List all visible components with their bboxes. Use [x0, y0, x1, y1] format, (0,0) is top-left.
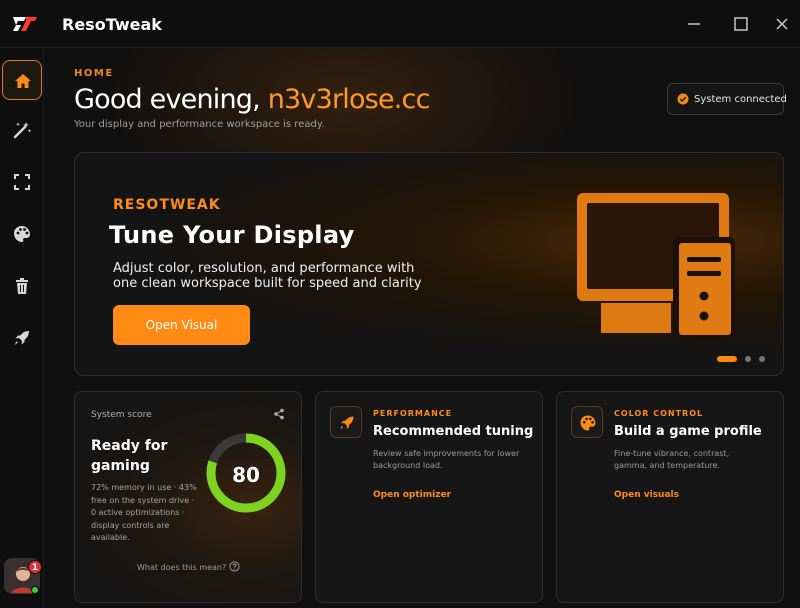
notification-badge: 1	[28, 560, 42, 574]
palette-icon	[580, 415, 596, 431]
sidebar-item-boost[interactable]	[2, 318, 42, 358]
carousel-dot[interactable]	[745, 356, 751, 362]
score-help-link[interactable]: What does this mean?	[137, 563, 226, 572]
user-avatar[interactable]: 1	[4, 558, 42, 594]
page-title: Good evening, n3v3rlose.cc	[74, 84, 430, 115]
online-status-dot	[31, 586, 39, 594]
tile-title: Recommended tuning	[373, 424, 534, 439]
tile-eyebrow: COLOR CONTROL	[614, 409, 704, 418]
sidebar-item-home[interactable]	[2, 60, 42, 100]
resolution-icon	[14, 174, 30, 190]
score-value: 80	[232, 463, 260, 487]
sidebar: 1	[0, 48, 44, 608]
tile-description: Review safe improvements for lower backg…	[373, 449, 520, 470]
sidebar-item-color[interactable]	[2, 214, 42, 254]
tile-description: Fine-tune vibrance, contrast, gamma, and…	[614, 449, 730, 470]
open-optimizer-link[interactable]: Open optimizer	[373, 490, 451, 500]
username: n3v3rlose.cc	[267, 84, 431, 115]
performance-card: PERFORMANCE Recommended tuning Review sa…	[315, 391, 543, 603]
sidebar-item-cleanup[interactable]	[2, 266, 42, 306]
page-eyebrow: HOME	[74, 68, 114, 79]
title-bar: ResoTweak	[0, 0, 800, 48]
desktop-computer-icon	[577, 193, 735, 337]
hero-description: Adjust color, resolution, and performanc…	[113, 261, 422, 291]
close-icon[interactable]	[772, 14, 792, 34]
system-score-card: System score Ready for gaming 72% memory…	[74, 391, 302, 603]
trash-icon	[16, 278, 28, 294]
check-circle-icon	[677, 93, 689, 105]
status-badge: System connected	[667, 83, 787, 115]
home-icon	[15, 74, 31, 88]
score-description: 72% memory in use · 43% free on the syst…	[91, 483, 197, 542]
carousel-dot-active[interactable]	[717, 356, 737, 362]
help-icon[interactable]	[229, 561, 240, 572]
rocket-icon	[340, 416, 354, 430]
magic-wand-icon	[13, 122, 32, 139]
hero-eyebrow: RESOTWEAK	[113, 197, 221, 213]
open-visuals-link[interactable]: Open visuals	[614, 490, 679, 500]
tile-eyebrow: PERFORMANCE	[373, 409, 453, 418]
greeting-text: Good evening,	[74, 84, 268, 115]
rocket-icon	[15, 331, 29, 345]
palette-icon	[14, 226, 30, 242]
hero-title: Tune Your Display	[109, 221, 355, 249]
share-icon[interactable]	[273, 408, 285, 420]
rt-logo-icon	[13, 17, 37, 31]
minimize-icon[interactable]	[684, 14, 704, 34]
color-icon-box	[571, 406, 603, 438]
status-text: System connected	[694, 94, 787, 105]
color-control-card: COLOR CONTROL Build a game profile Fine-…	[556, 391, 784, 603]
sidebar-item-tweaks[interactable]	[2, 110, 42, 150]
main-content: HOME Good evening, n3v3rlose.cc Your dis…	[44, 48, 800, 608]
score-label: System score	[91, 410, 152, 420]
hero-banner: RESOTWEAK Tune Your Display Adjust color…	[74, 152, 784, 376]
score-title: Ready for gaming	[91, 438, 168, 474]
carousel-dot[interactable]	[759, 356, 765, 362]
app-title: ResoTweak	[62, 15, 162, 34]
open-visual-button[interactable]: Open Visual	[113, 305, 250, 345]
page-subtitle: Your display and performance workspace i…	[74, 119, 325, 130]
performance-icon-box	[330, 406, 362, 438]
sidebar-item-resolution[interactable]	[2, 162, 42, 202]
tile-title: Build a game profile	[614, 424, 762, 439]
maximize-icon[interactable]	[731, 14, 751, 34]
